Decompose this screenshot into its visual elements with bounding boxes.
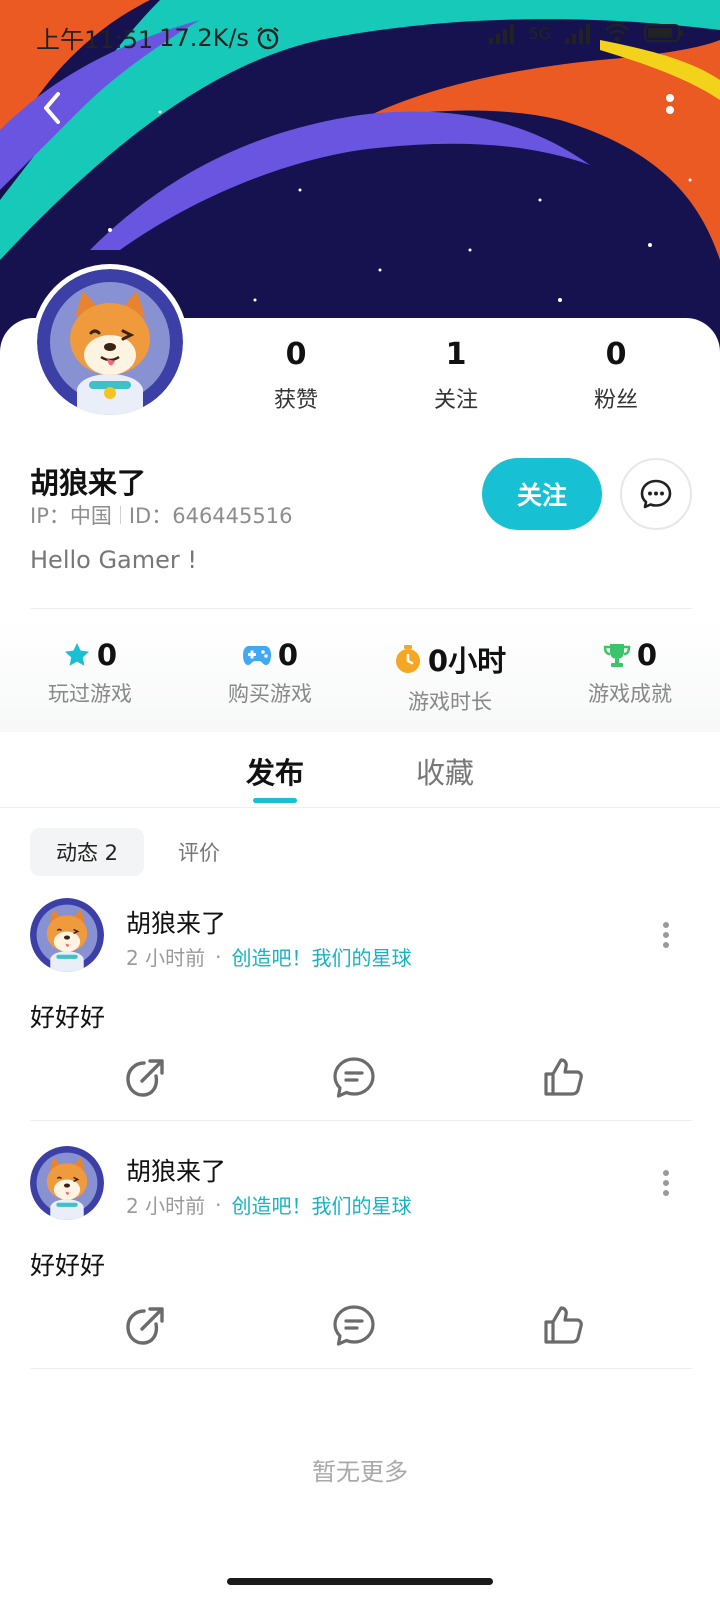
status-net-speed: 17.2K/s (159, 23, 249, 52)
game-stat-played[interactable]: 0 玩过游戏 (0, 620, 180, 732)
game-stat-achievements[interactable]: 0 游戏成就 (540, 620, 720, 732)
post-content: 好好好 (30, 1003, 106, 1032)
comment-icon[interactable] (330, 1054, 378, 1102)
game-stat-achievements-value: 0 (636, 638, 658, 672)
star-icon (64, 643, 89, 666)
game-stat-purchased-value: 0 (277, 638, 299, 672)
chat-bubble-icon (640, 479, 672, 509)
post-author-name[interactable]: 胡狼来了 (126, 904, 226, 940)
follow-button[interactable]: 关注 (482, 458, 602, 530)
post-meta-dot: · (215, 1192, 222, 1217)
stat-fans[interactable]: 0 粉丝 (536, 336, 696, 414)
message-button[interactable] (620, 458, 692, 530)
ip-divider (119, 506, 121, 524)
post-meta: 2 小时前 · 创造吧！我们的星球 (126, 942, 411, 971)
signal-icon (489, 22, 515, 44)
divider (30, 608, 692, 609)
thumbs-up-icon[interactable] (540, 1302, 588, 1350)
game-stat-played-label: 玩过游戏 (48, 682, 132, 706)
post-game-link[interactable]: 创造吧！我们的星球 (231, 1190, 411, 1219)
post-content: 好好好 (30, 1251, 106, 1280)
post-author-name[interactable]: 胡狼来了 (126, 1152, 226, 1188)
post-game-link[interactable]: 创造吧！我们的星球 (231, 942, 411, 971)
game-stat-purchased[interactable]: 0 购买游戏 (180, 620, 360, 732)
game-stat-purchased-label: 购买游戏 (228, 682, 312, 706)
post-meta: 2 小时前 · 创造吧！我们的星球 (126, 1190, 411, 1219)
stat-likes-value: 0 (285, 337, 307, 372)
status-right: 5G (489, 22, 684, 44)
game-stat-playtime[interactable]: 0小时 游戏时长 (360, 620, 540, 732)
stat-following-value: 1 (445, 337, 467, 372)
share-icon[interactable] (122, 1302, 170, 1350)
post-more-icon[interactable] (662, 922, 670, 948)
shiba-astronaut-avatar-icon (30, 898, 104, 972)
post-meta-dot: · (215, 944, 222, 969)
sub-tabs: 动态 2 评价 (30, 828, 246, 876)
comment-icon[interactable] (330, 1302, 378, 1350)
ip-label: IP：中国 (30, 504, 112, 528)
home-indicator[interactable] (227, 1578, 493, 1585)
back-button[interactable] (28, 84, 76, 132)
network-type: 5G (528, 23, 551, 43)
stat-likes[interactable]: 0 获赞 (216, 336, 376, 414)
post-author-avatar[interactable] (30, 1146, 104, 1220)
game-stat-played-value: 0 (96, 638, 118, 672)
stat-fans-value: 0 (605, 337, 627, 372)
subtab-dynamic[interactable]: 动态 2 (30, 828, 145, 876)
game-stat-playtime-label: 游戏时长 (408, 690, 492, 714)
post-more-icon[interactable] (662, 1170, 670, 1196)
trophy-icon (603, 644, 631, 667)
profile-avatar[interactable] (32, 264, 188, 420)
status-bar: 上午11:51 17.2K/s 5G (0, 0, 720, 72)
chevron-left-icon (44, 92, 60, 124)
subtab-review[interactable]: 评价 (152, 828, 246, 876)
profile-bio: Hello Gamer ! (30, 546, 198, 574)
profile-username: 胡狼来了 (30, 466, 147, 500)
post-author-avatar[interactable] (30, 898, 104, 972)
tab-active-indicator (253, 798, 297, 803)
post-item: 胡狼来了 2 小时前 · 创造吧！我们的星球 好好好 (0, 898, 720, 1144)
post-time: 2 小时前 (126, 946, 206, 970)
no-more-text: 暂无更多 (312, 1458, 408, 1486)
content-tabs: 发布 收藏 (0, 736, 720, 808)
share-icon[interactable] (122, 1054, 170, 1102)
game-stats-bar: 0 玩过游戏 0 购买游戏 0小时 游戏时长 0 游戏成就 (0, 620, 720, 732)
stat-following-label: 关注 (433, 388, 478, 413)
shiba-astronaut-avatar-icon (30, 1146, 104, 1220)
stopwatch-icon (395, 645, 420, 673)
gamepad-icon (242, 646, 271, 665)
stat-following[interactable]: 1 关注 (376, 336, 536, 414)
tab-favorites[interactable]: 收藏 (416, 750, 474, 792)
battery-icon (644, 24, 683, 42)
stat-fans-label: 粉丝 (593, 388, 638, 413)
post-item: 胡狼来了 2 小时前 · 创造吧！我们的星球 好好好 (0, 1146, 720, 1392)
status-time: 上午11:51 (36, 26, 154, 54)
id-label: ID：646445516 (128, 504, 293, 528)
profile-stats: 0 获赞 1 关注 0 粉丝 (216, 336, 696, 414)
profile-ip-id: IP：中国 ID：646445516 (30, 500, 292, 530)
more-button[interactable] (652, 88, 688, 128)
alarm-icon (257, 26, 279, 49)
stat-likes-label: 获赞 (273, 388, 318, 413)
status-left: 上午11:51 17.2K/s (36, 20, 281, 55)
tab-publish[interactable]: 发布 (246, 750, 304, 792)
shiba-astronaut-avatar-icon (37, 269, 183, 415)
game-stat-playtime-value: 0小时 (427, 644, 507, 678)
more-vertical-icon (666, 94, 674, 114)
wifi-icon (605, 23, 629, 42)
post-separator (30, 1368, 692, 1369)
post-time: 2 小时前 (126, 1194, 206, 1218)
signal-icon-2 (565, 22, 590, 44)
game-stat-achievements-label: 游戏成就 (588, 682, 672, 706)
post-separator (30, 1120, 692, 1121)
thumbs-up-icon[interactable] (540, 1054, 588, 1102)
